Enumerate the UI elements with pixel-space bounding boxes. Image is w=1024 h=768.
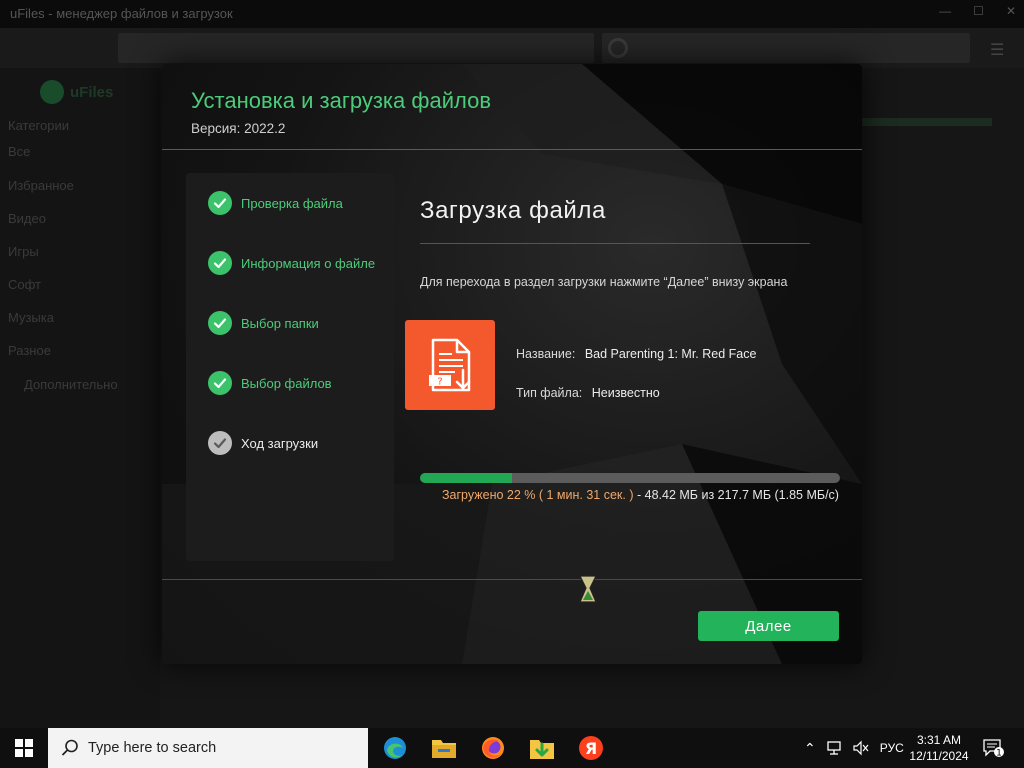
- step-label: Ход загрузки: [241, 435, 319, 451]
- download-progress-bar: [420, 473, 840, 483]
- sidebar-item-games[interactable]: Игры: [8, 244, 39, 259]
- background-filter-input[interactable]: [602, 33, 970, 63]
- hamburger-menu-icon[interactable]: ☰: [990, 40, 1004, 60]
- input-language[interactable]: РУС: [880, 741, 904, 755]
- windows-taskbar: Type here to search Я ⌃ РУС 3:31 AM 12/1…: [0, 728, 1024, 768]
- volume-muted-icon[interactable]: [852, 740, 870, 756]
- step-label: Проверка файла: [241, 195, 343, 211]
- busy-cursor-icon: [579, 575, 597, 603]
- notification-count: 1: [996, 749, 1002, 759]
- progress-status: Загружено 22 % ( 1 мин. 31 сек. ) - 48.4…: [442, 488, 839, 502]
- download-progress-fill: [420, 473, 513, 483]
- chevron-up-icon[interactable]: ⌃: [804, 740, 816, 757]
- gear-icon[interactable]: [608, 38, 628, 58]
- dialog-title: Установка и загрузка файлов: [191, 88, 492, 113]
- next-button[interactable]: Далее: [698, 611, 839, 641]
- step-label: Выбор папки: [241, 315, 319, 331]
- dialog-header: Установка и загрузка файлов Версия: 2022…: [162, 64, 862, 149]
- app-logo-text: uFiles: [70, 84, 114, 101]
- checkmark-icon: [208, 431, 232, 455]
- steps-panel: Проверка файла Информация о файле Выбор …: [186, 173, 394, 561]
- file-name-label: Название:: [516, 347, 576, 361]
- file-name-value: Bad Parenting 1: Mr. Red Face: [584, 347, 757, 361]
- background-titlebar: uFiles - менеджер файлов и загрузок — ☐ …: [0, 0, 1024, 28]
- window-controls: — ☐ ✕: [939, 4, 1016, 18]
- notification-center-icon[interactable]: 1: [982, 738, 1004, 763]
- network-icon[interactable]: [826, 740, 844, 756]
- step-file-check: Проверка файла: [208, 191, 343, 215]
- windows-logo-icon: [15, 739, 33, 757]
- checkmark-icon: [208, 251, 232, 275]
- checkmark-icon: [208, 371, 232, 395]
- search-placeholder: Type here to search: [88, 740, 217, 756]
- file-name-row: Название: Bad Parenting 1: Mr. Red Face: [516, 347, 756, 361]
- installer-dialog: Установка и загрузка файлов Версия: 2022…: [162, 64, 862, 664]
- svg-text:Я: Я: [585, 739, 597, 758]
- step-label: Информация о файле: [241, 255, 376, 271]
- progress-loaded-text: Загружено 22 % ( 1 мин. 31 сек. ): [442, 488, 634, 502]
- taskbar-search-box[interactable]: Type here to search: [48, 728, 368, 768]
- section-title: Загрузка файла: [420, 197, 606, 224]
- close-icon[interactable]: ✕: [1006, 4, 1016, 18]
- background-window-title: uFiles - менеджер файлов и загрузок: [10, 6, 233, 21]
- dialog-version: Версия: 2022.2: [191, 121, 286, 136]
- sidebar-heading: Категории: [8, 118, 69, 133]
- sidebar-item-more[interactable]: Дополнительно: [24, 377, 118, 392]
- sidebar-item-other[interactable]: Разное: [8, 343, 51, 358]
- file-type-label: Тип файла:: [516, 386, 583, 400]
- start-button[interactable]: [0, 728, 48, 768]
- file-type-row: Тип файла: Неизвестно: [516, 386, 660, 400]
- sidebar-item-all[interactable]: Все: [8, 144, 30, 159]
- step-files-select: Выбор файлов: [208, 371, 332, 395]
- background-search-input[interactable]: [118, 33, 594, 63]
- app-logo-icon: [40, 80, 64, 104]
- header-divider: [162, 149, 862, 150]
- sidebar-item-video[interactable]: Видео: [8, 211, 46, 226]
- unknown-file-icon: ?: [405, 320, 495, 410]
- maximize-icon[interactable]: ☐: [973, 4, 984, 18]
- search-icon: [61, 739, 78, 756]
- sidebar-item-music[interactable]: Музыка: [8, 310, 54, 325]
- firefox-icon[interactable]: [477, 732, 509, 764]
- edge-icon[interactable]: [379, 732, 411, 764]
- clock-time: 3:31 AM: [916, 733, 962, 747]
- footer-divider: [162, 579, 862, 580]
- step-label: Выбор файлов: [241, 375, 332, 391]
- progress-size-text: - 48.42 МБ из 217.7 МБ (1.85 МБ/с): [637, 488, 839, 502]
- file-explorer-icon[interactable]: [428, 732, 460, 764]
- step-file-info: Информация о файле: [208, 251, 375, 275]
- sidebar-item-software[interactable]: Софт: [8, 277, 41, 292]
- instruction-text: Для перехода в раздел загрузки нажмите “…: [420, 275, 788, 289]
- download-folder-icon[interactable]: [526, 732, 558, 764]
- step-folder-select: Выбор папки: [208, 311, 319, 335]
- taskbar-clock[interactable]: 3:31 AM 12/11/2024: [908, 732, 970, 764]
- step-download-progress: Ход загрузки: [208, 431, 318, 455]
- background-accent-bar: [862, 118, 992, 126]
- yandex-browser-icon[interactable]: Я: [575, 732, 607, 764]
- sidebar-item-favorites[interactable]: Избранное: [8, 178, 74, 193]
- background-sidebar: [0, 68, 160, 728]
- system-tray: ⌃ РУС: [804, 728, 904, 768]
- file-type-value: Неизвестно: [591, 386, 660, 400]
- minimize-icon[interactable]: —: [939, 4, 951, 18]
- checkmark-icon: [208, 191, 232, 215]
- svg-text:?: ?: [437, 377, 442, 388]
- checkmark-icon: [208, 311, 232, 335]
- clock-date: 12/11/2024: [909, 749, 969, 763]
- section-divider: [420, 243, 810, 244]
